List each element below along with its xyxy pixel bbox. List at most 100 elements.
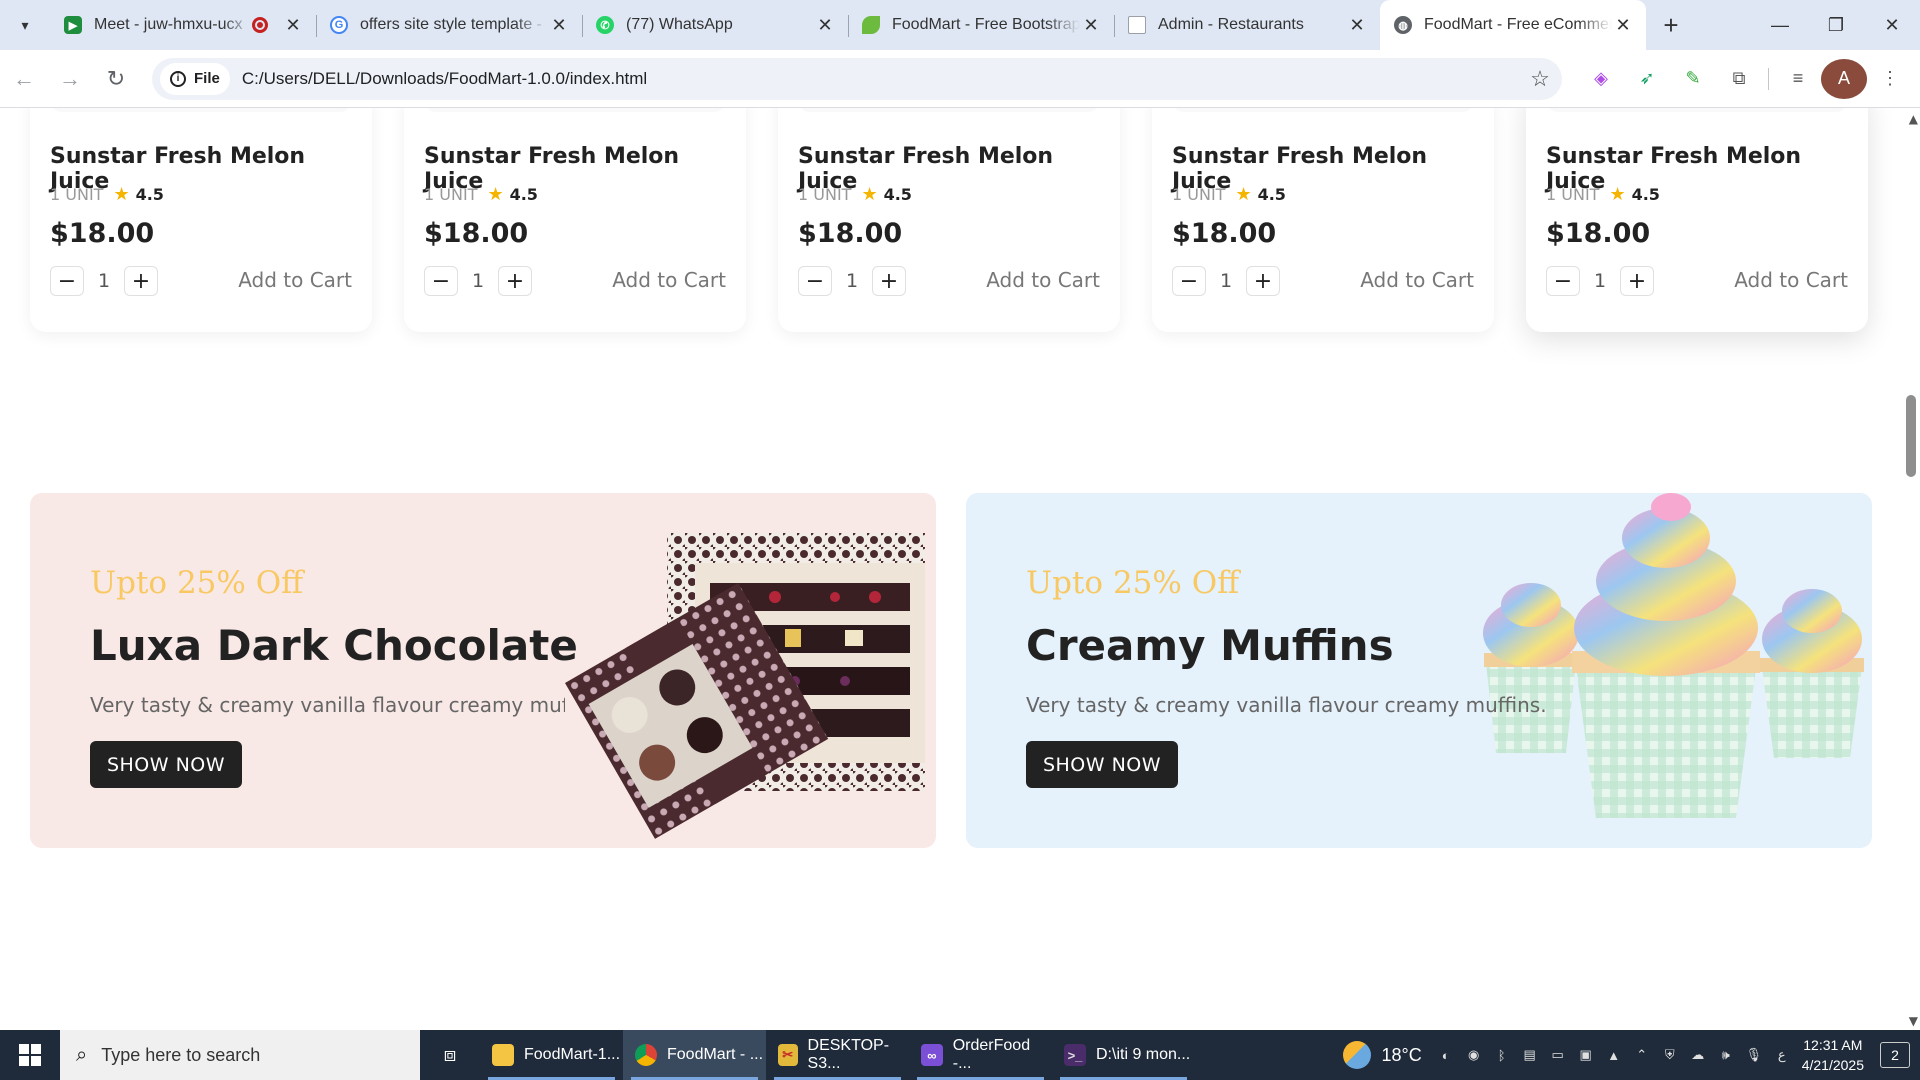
increase-quantity-button[interactable]: + [1620,266,1654,296]
address-toolbar: ← → ↻ i File C:/Users/DELL/Downloads/Foo… [0,50,1920,108]
product-card[interactable]: Sunstar Fresh Melon Juice 1 UNIT ★ 4.5 $… [1526,108,1868,332]
extension-green-arrow-icon[interactable]: ➶ [1624,59,1670,99]
quantity-stepper: − 1 + [50,266,158,296]
task-view-icon[interactable]: ⧈ [420,1030,480,1080]
add-to-cart-button[interactable]: Add to Cart [986,268,1100,292]
add-to-cart-button[interactable]: Add to Cart [238,268,352,292]
decrease-quantity-button[interactable]: − [50,266,84,296]
volume-icon[interactable]: 🕪 [1716,1045,1736,1065]
recording-icon [252,17,268,33]
minimize-icon[interactable]: — [1752,0,1808,50]
decrease-quantity-button[interactable]: − [1546,266,1580,296]
show-now-button[interactable]: SHOW NOW [90,741,242,788]
puzzle-icon[interactable]: ⧉ [1716,59,1762,99]
tab-search-button[interactable]: ▾ [0,0,50,50]
quantity-value[interactable]: 1 [832,270,872,292]
product-image-placeholder [1172,108,1474,112]
reload-button[interactable]: ↻ [94,57,138,101]
taskbar-app-terminal[interactable]: >_ D:\iti 9 mon... [1052,1030,1195,1080]
weather-widget[interactable]: 18°C [1343,1041,1422,1069]
clock[interactable]: 12:31 AM 4/21/2025 [1802,1035,1864,1075]
tab-foodmart-bootstrap[interactable]: FoodMart - Free Bootstrap ✕ [848,0,1115,50]
show-hidden-icons-icon[interactable]: ⌃ [1632,1045,1652,1065]
close-icon[interactable]: ✕ [282,15,304,36]
language-icon[interactable]: ع [1772,1045,1792,1065]
product-card[interactable]: Sunstar Fresh Melon Juice 1 UNIT ★ 4.5 $… [404,108,746,332]
increase-quantity-button[interactable]: + [124,266,158,296]
vertical-scrollbar[interactable]: ▲ ▼ [1902,108,1920,1030]
product-card[interactable]: Sunstar Fresh Melon Juice 1 UNIT ★ 4.5 $… [1152,108,1494,332]
omnibox[interactable]: i File C:/Users/DELL/Downloads/FoodMart-… [152,57,1562,100]
taskbar-app-chrome[interactable]: FoodMart - ... [623,1030,766,1080]
decrease-quantity-button[interactable]: − [1172,266,1206,296]
edge-icon[interactable]: ◐ [1436,1045,1456,1065]
tab-offers-search[interactable]: G offers site style template - ✕ [316,0,583,50]
close-window-icon[interactable]: ✕ [1864,0,1920,50]
close-icon[interactable]: ✕ [1346,15,1368,36]
decrease-quantity-button[interactable]: − [424,266,458,296]
add-to-cart-button[interactable]: Add to Cart [612,268,726,292]
product-meta: 1 UNIT ★ 4.5 [1546,184,1660,205]
taskbar-app-file-explorer[interactable]: FoodMart-1... [480,1030,623,1080]
quantity-value[interactable]: 1 [84,270,124,292]
taskbar-app-visual-studio[interactable]: ∞ OrderFood -... [909,1030,1052,1080]
chrome-tray-icon[interactable]: ◉ [1464,1045,1484,1065]
restore-icon[interactable]: ❐ [1808,0,1864,50]
battery-icon[interactable]: ▭ [1548,1045,1568,1065]
product-card[interactable]: Sunstar Fresh Melon Juice 1 UNIT ★ 4.5 $… [30,108,372,332]
product-price: $18.00 [1546,218,1651,249]
quantity-value[interactable]: 1 [1580,270,1620,292]
quantity-value[interactable]: 1 [1206,270,1246,292]
start-button[interactable] [0,1030,60,1080]
notification-center-button[interactable]: 2 [1880,1042,1910,1068]
taskbar-app-remote-desktop[interactable]: ✂ DESKTOP-S3... [766,1030,909,1080]
url-text[interactable]: C:/Users/DELL/Downloads/FoodMart-1.0.0/i… [242,69,1518,89]
product-card[interactable]: Sunstar Fresh Melon Juice 1 UNIT ★ 4.5 $… [778,108,1120,332]
close-icon[interactable]: ✕ [548,15,570,36]
bookmark-star-icon[interactable]: ☆ [1518,66,1562,92]
azure-icon[interactable]: ▲ [1604,1045,1624,1065]
star-icon: ★ [861,184,878,205]
add-to-cart-button[interactable]: Add to Cart [1734,268,1848,292]
decrease-quantity-button[interactable]: − [798,266,832,296]
folder-icon [492,1044,514,1066]
media-control-icon[interactable]: ≡ [1775,59,1821,99]
scroll-down-arrow-icon[interactable]: ▼ [1909,1014,1918,1028]
windows-logo-icon [19,1044,41,1066]
profile-button[interactable]: A [1821,58,1867,99]
quantity-stepper: − 1 + [1546,266,1654,296]
tab-foodmart-ecommerce[interactable]: ◍ FoodMart - Free eCommerce ✕ [1380,0,1646,50]
defender-icon[interactable]: ⛨ [1660,1045,1680,1065]
taskbar-search-input[interactable]: ⌕ Type here to search [60,1030,420,1080]
scrollbar-thumb[interactable] [1906,395,1916,477]
close-icon[interactable]: ✕ [1080,15,1102,36]
tab-meet[interactable]: ▶ Meet - juw-hmxu-ucx ✕ [50,0,317,50]
bluetooth-icon[interactable]: ᛒ [1492,1045,1512,1065]
quantity-value[interactable]: 1 [458,270,498,292]
increase-quantity-button[interactable]: + [872,266,906,296]
back-button[interactable]: ← [2,57,46,101]
increase-quantity-button[interactable]: + [498,266,532,296]
promo-banner-muffins: Upto 25% Off Creamy Muffins Very tasty &… [966,493,1872,848]
add-to-cart-button[interactable]: Add to Cart [1360,268,1474,292]
new-tab-button[interactable]: + [1646,0,1696,50]
nvidia-icon[interactable]: ▣ [1576,1045,1596,1065]
menu-kebab-icon[interactable]: ⋮ [1867,59,1913,99]
tab-admin-restaurants[interactable]: Admin - Restaurants ✕ [1114,0,1380,50]
product-rating: 4.5 [135,185,164,204]
close-icon[interactable]: ✕ [1612,15,1634,36]
close-icon[interactable]: ✕ [814,15,836,36]
product-rating: 4.5 [1257,185,1286,204]
site-info-chip[interactable]: i File [160,62,230,95]
increase-quantity-button[interactable]: + [1246,266,1280,296]
forward-button[interactable]: → [48,57,92,101]
network-icon[interactable]: ☁ [1688,1045,1708,1065]
toolbar-divider [1768,67,1769,90]
tab-whatsapp[interactable]: ✆ (77) WhatsApp ✕ [582,0,849,50]
file-sync-icon[interactable]: ▤ [1520,1045,1540,1065]
extension-leaf-icon[interactable]: ✎ [1670,59,1716,99]
extension-purple-icon[interactable]: ◈ [1578,59,1624,99]
show-now-button[interactable]: SHOW NOW [1026,741,1178,788]
scroll-up-arrow-icon[interactable]: ▲ [1909,112,1918,126]
microphone-icon[interactable]: 🎙 [1744,1045,1764,1065]
